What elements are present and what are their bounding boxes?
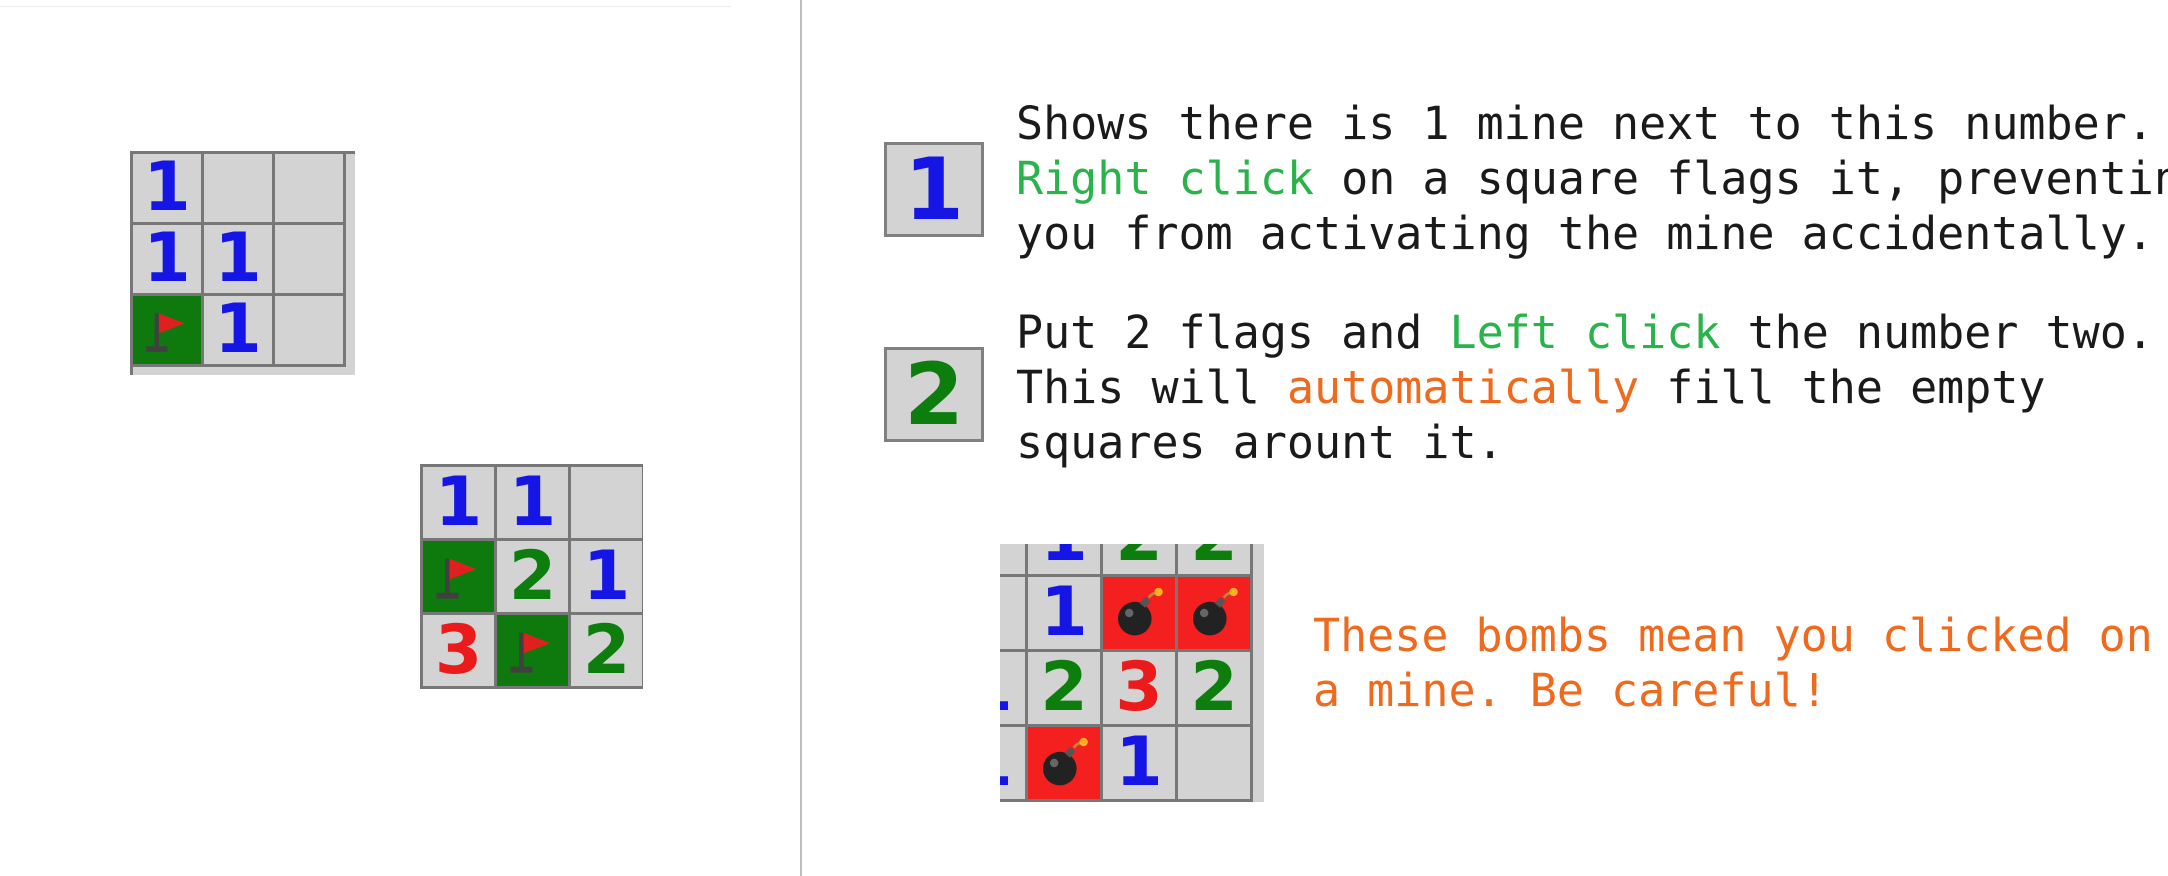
number-cell: 1 bbox=[133, 225, 204, 296]
number-cell: 3 bbox=[1103, 652, 1178, 727]
cell-number: 1 bbox=[434, 464, 483, 542]
tip-line: squares arount it. bbox=[1016, 415, 2154, 470]
cell-number: 3 bbox=[434, 610, 483, 689]
flagged-cell bbox=[497, 615, 571, 689]
number-cell: 1 bbox=[497, 467, 571, 541]
number-cell: 2 bbox=[1178, 652, 1253, 727]
tip-line: Shows there is 1 mine next to this numbe… bbox=[1016, 96, 2168, 151]
tip-text: This will bbox=[1016, 361, 1287, 414]
cell-number: 1 bbox=[508, 464, 557, 542]
tip-line: you from activating the mine accidentall… bbox=[1016, 206, 2168, 261]
cell-number: 1 bbox=[214, 219, 262, 298]
number-one-tile-icon: 1 bbox=[884, 142, 984, 237]
example-board-2: 112132 bbox=[420, 464, 643, 689]
number-cell: 1 bbox=[1028, 577, 1103, 652]
example-board-1: 1111 bbox=[130, 151, 355, 375]
flag-icon bbox=[436, 558, 477, 599]
empty-cell bbox=[275, 154, 346, 225]
cell-number: 1 bbox=[1000, 729, 1013, 797]
number-cell: 3 bbox=[423, 615, 497, 689]
number-cell: 2 bbox=[1178, 544, 1253, 577]
tip-text: squares arount it. bbox=[1016, 416, 1504, 469]
bomb-note-line-2: a mine. Be careful! bbox=[1313, 664, 1828, 717]
exploded-mine-cell bbox=[1028, 727, 1103, 802]
number-cell: 1 bbox=[423, 467, 497, 541]
number-two-tile-icon: 2 bbox=[884, 347, 984, 442]
number-cell: 1 bbox=[1000, 652, 1028, 727]
cell-number: 2 bbox=[1190, 648, 1238, 727]
number-cell: 2 bbox=[1028, 652, 1103, 727]
tip-two-text: Put 2 flags and Left click the number tw… bbox=[1016, 305, 2154, 470]
tip-highlight: automatically bbox=[1286, 361, 1640, 414]
number-cell: 2 bbox=[571, 615, 643, 689]
tip-one-text: Shows there is 1 mine next to this numbe… bbox=[1016, 96, 2168, 261]
vertical-divider bbox=[800, 0, 802, 876]
number-cell: 1 bbox=[1103, 727, 1178, 802]
cell-number: 2 bbox=[1040, 648, 1088, 727]
cell-number: 1 bbox=[1115, 723, 1163, 802]
number-cell: 1 bbox=[204, 225, 275, 296]
tip-highlight: Left click bbox=[1449, 306, 1721, 359]
cell-number: 1 bbox=[143, 151, 191, 227]
tip-line: Put 2 flags and Left click the number tw… bbox=[1016, 305, 2154, 360]
tip-text: on a square flags it, preventing bbox=[1314, 152, 2168, 205]
bomb-icon bbox=[1193, 587, 1238, 636]
top-separator bbox=[0, 6, 731, 7]
flagged-cell bbox=[423, 541, 497, 615]
tip-highlight: Right click bbox=[1016, 152, 1315, 205]
cell-number: 3 bbox=[1115, 648, 1163, 727]
number-cell: 1 bbox=[204, 296, 275, 367]
cell-number: 1 bbox=[143, 219, 191, 298]
empty-cell bbox=[571, 467, 643, 541]
cell-number: 1 bbox=[1000, 654, 1013, 722]
flag-icon bbox=[510, 632, 551, 673]
tip-line: This will automatically fill the empty bbox=[1016, 360, 2154, 415]
cell-number: 1 bbox=[1040, 573, 1088, 652]
bomb-icon bbox=[1043, 737, 1088, 786]
number-cell: 1 bbox=[571, 541, 643, 615]
tip-text: fill the empty bbox=[1639, 361, 2046, 414]
number-cell: 2 bbox=[497, 541, 571, 615]
tip-text: the number two. bbox=[1720, 306, 2154, 359]
exploded-mine-cell bbox=[1103, 577, 1178, 652]
exploded-mine-cell bbox=[1178, 577, 1253, 652]
number-cell: 1 bbox=[133, 154, 204, 225]
empty-cell bbox=[275, 296, 346, 367]
number-cell: 2 bbox=[1103, 544, 1178, 577]
bomb-icon bbox=[1118, 587, 1163, 636]
exploded-mines-board: 122112321111 bbox=[1000, 544, 1264, 802]
number-cell: 1 bbox=[1000, 727, 1028, 802]
empty-cell bbox=[1000, 577, 1028, 652]
cell-number: 2 bbox=[582, 610, 631, 689]
bomb-note-line-1: These bombs mean you clicked on bbox=[1313, 609, 2153, 662]
empty-cell bbox=[1000, 544, 1028, 577]
empty-cell bbox=[275, 225, 346, 296]
empty-cell bbox=[1178, 727, 1253, 802]
cell-number: 2 bbox=[1115, 544, 1162, 572]
cell-number: 2 bbox=[508, 536, 557, 616]
tip-text: Shows there is 1 mine next to this numbe… bbox=[1016, 97, 2154, 150]
tip-line: Right click on a square flags it, preven… bbox=[1016, 151, 2168, 206]
cell-number: 1 bbox=[1040, 544, 1087, 572]
cell-number: 2 bbox=[1190, 544, 1237, 572]
flagged-cell bbox=[133, 296, 204, 367]
empty-cell bbox=[204, 154, 275, 225]
tip-text: Put 2 flags and bbox=[1016, 306, 1450, 359]
flag-icon bbox=[145, 312, 185, 352]
tip-text: you from activating the mine accidentall… bbox=[1016, 207, 2154, 260]
cell-number: 1 bbox=[582, 536, 631, 616]
cell-number: 1 bbox=[214, 290, 262, 369]
